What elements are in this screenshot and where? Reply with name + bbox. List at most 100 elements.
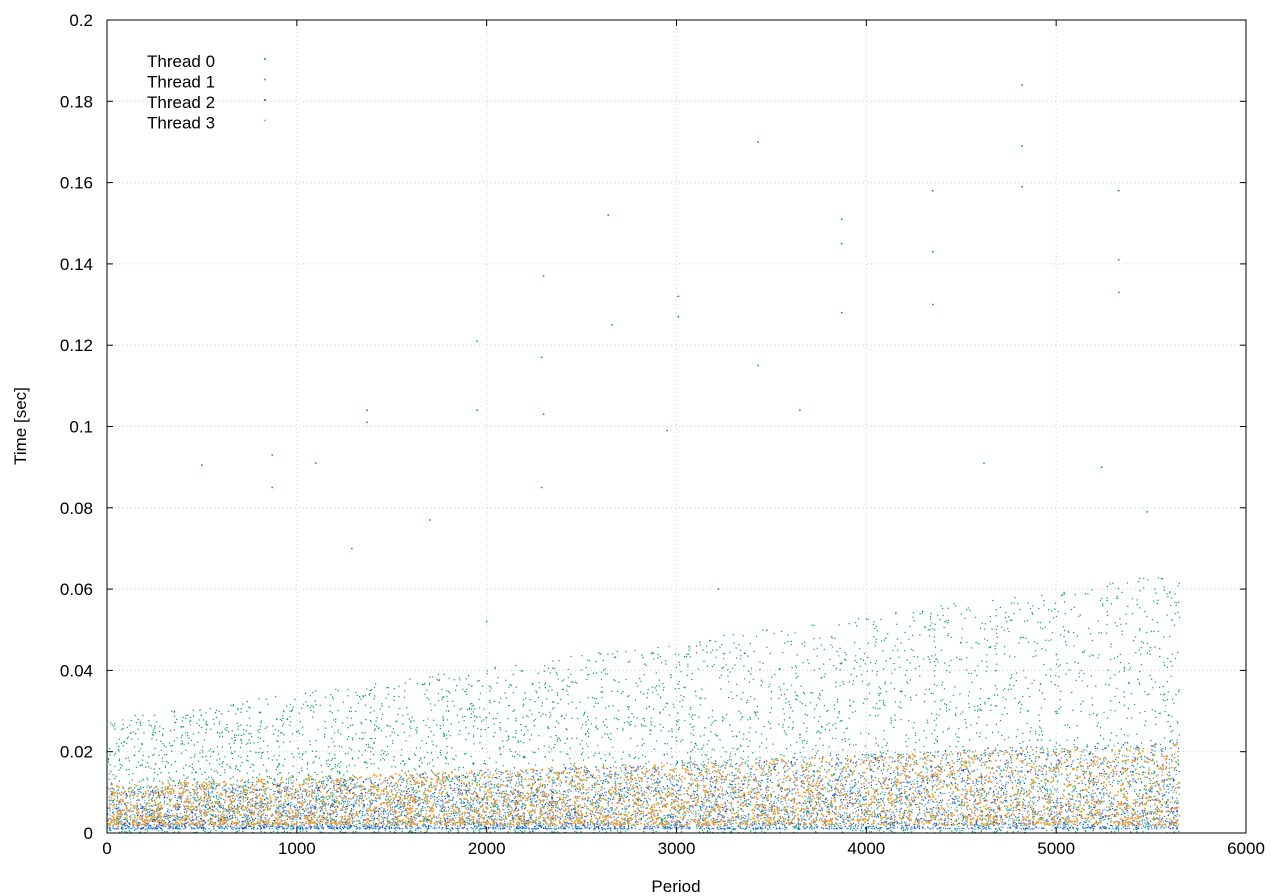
thread-0-point: [451, 778, 453, 780]
thread-0-point: [421, 762, 423, 764]
thread-0-point: [778, 668, 780, 670]
thread-0-point: [1178, 770, 1181, 773]
thread-0-point: [640, 691, 642, 693]
thread-0-point: [527, 729, 529, 731]
thread-0-point: [725, 713, 728, 716]
thread-0-point: [930, 712, 933, 715]
thread-0-point: [1055, 765, 1057, 767]
thread-0-point: [819, 738, 821, 740]
thread-0-point: [331, 726, 333, 728]
thread-0-point: [1019, 711, 1022, 713]
thread-0-point: [698, 813, 700, 815]
thread-0-point: [1027, 602, 1030, 604]
thread-0-point: [1068, 669, 1071, 671]
thread-0-point: [968, 706, 971, 709]
thread-0-point: [284, 799, 286, 801]
thread-0-point: [777, 799, 780, 802]
thread-0-point: [483, 719, 485, 721]
thread-0-point: [729, 831, 731, 833]
thread-0-point: [836, 701, 839, 703]
thread-0-point: [892, 812, 894, 814]
thread-0-point: [295, 731, 298, 733]
thread-0-point: [441, 774, 444, 776]
thread-0-point: [749, 643, 751, 645]
thread-0-point: [844, 740, 847, 742]
thread-0-point: [1019, 637, 1021, 639]
thread-0-point: [391, 806, 394, 808]
thread-0-point: [1147, 761, 1149, 764]
thread-0-point: [273, 755, 275, 757]
thread-0-point: [720, 756, 722, 758]
thread-0-point: [815, 704, 818, 706]
thread-0-point: [162, 760, 164, 763]
thread-0-point: [319, 704, 321, 706]
thread-0-point: [848, 681, 851, 683]
thread-0-point: [1163, 664, 1166, 667]
thread-0-point: [1130, 717, 1133, 719]
thread-0-point: [232, 828, 234, 830]
thread-0-point: [849, 705, 852, 707]
thread-0-point: [348, 735, 350, 738]
thread-0-point: [929, 618, 932, 620]
thread-0-point: [706, 743, 708, 745]
thread-0-point: [642, 656, 644, 659]
thread-0-point: [373, 729, 376, 732]
thread-0-point: [445, 710, 447, 712]
thread-0-point: [842, 821, 844, 823]
thread-0-point: [864, 787, 866, 790]
thread-0-point: [1073, 743, 1075, 746]
thread-0-point: [785, 702, 787, 704]
thread-0-point: [583, 712, 586, 715]
thread-0-point: [246, 759, 248, 761]
thread-0-point: [910, 829, 912, 831]
thread-0-point: [1142, 642, 1145, 644]
thread-0-point: [544, 687, 547, 689]
thread-0-point: [167, 780, 169, 782]
thread-0-point: [309, 743, 311, 746]
thread-0-point: [549, 672, 551, 674]
thread-0-point: [522, 792, 524, 795]
thread-0-point: [875, 641, 877, 643]
thread-0-point: [722, 764, 724, 766]
thread-0-point: [205, 712, 207, 714]
thread-0-point: [695, 695, 697, 697]
thread-0-point: [381, 705, 383, 707]
thread-0-point: [1139, 778, 1142, 780]
thread-0-point: [908, 738, 910, 740]
thread-0-point: [707, 758, 709, 760]
thread-0-point: [161, 787, 163, 789]
thread-0-point: [651, 691, 654, 693]
thread-0-point: [856, 661, 858, 664]
thread-0-point: [786, 689, 788, 691]
thread-0-point: [267, 703, 269, 705]
thread-0-point: [478, 772, 481, 774]
thread-0-point: [465, 752, 467, 755]
thread-0-point: [1064, 641, 1067, 643]
thread-0-point: [992, 599, 994, 602]
thread-0-point: [1102, 604, 1104, 607]
thread-0-point: [710, 724, 712, 726]
thread-0-point: [703, 734, 705, 736]
thread-0-point: [413, 790, 415, 792]
thread-0-point: [403, 731, 406, 734]
thread-0-point: [573, 764, 575, 767]
thread-0-point: [1040, 683, 1042, 685]
thread-0-point: [240, 734, 242, 737]
thread-0-point: [340, 761, 342, 763]
thread-0-point: [1128, 662, 1130, 665]
thread-0-point: [697, 825, 700, 827]
thread-0-point: [548, 751, 551, 753]
thread-0-point: [580, 753, 583, 756]
thread-0-point: [286, 705, 288, 707]
thread-0-point: [720, 674, 722, 676]
thread-0-point: [1110, 659, 1112, 661]
thread-0-point: [299, 812, 302, 815]
thread-0-point: [1081, 651, 1084, 653]
thread-0-point: [699, 697, 701, 699]
thread-0-point: [571, 737, 573, 740]
thread-0-point: [437, 692, 440, 695]
thread-0-point: [731, 730, 733, 732]
thread-0-point: [1033, 679, 1035, 681]
thread-0-point: [984, 701, 986, 703]
thread-0-point: [414, 829, 417, 832]
